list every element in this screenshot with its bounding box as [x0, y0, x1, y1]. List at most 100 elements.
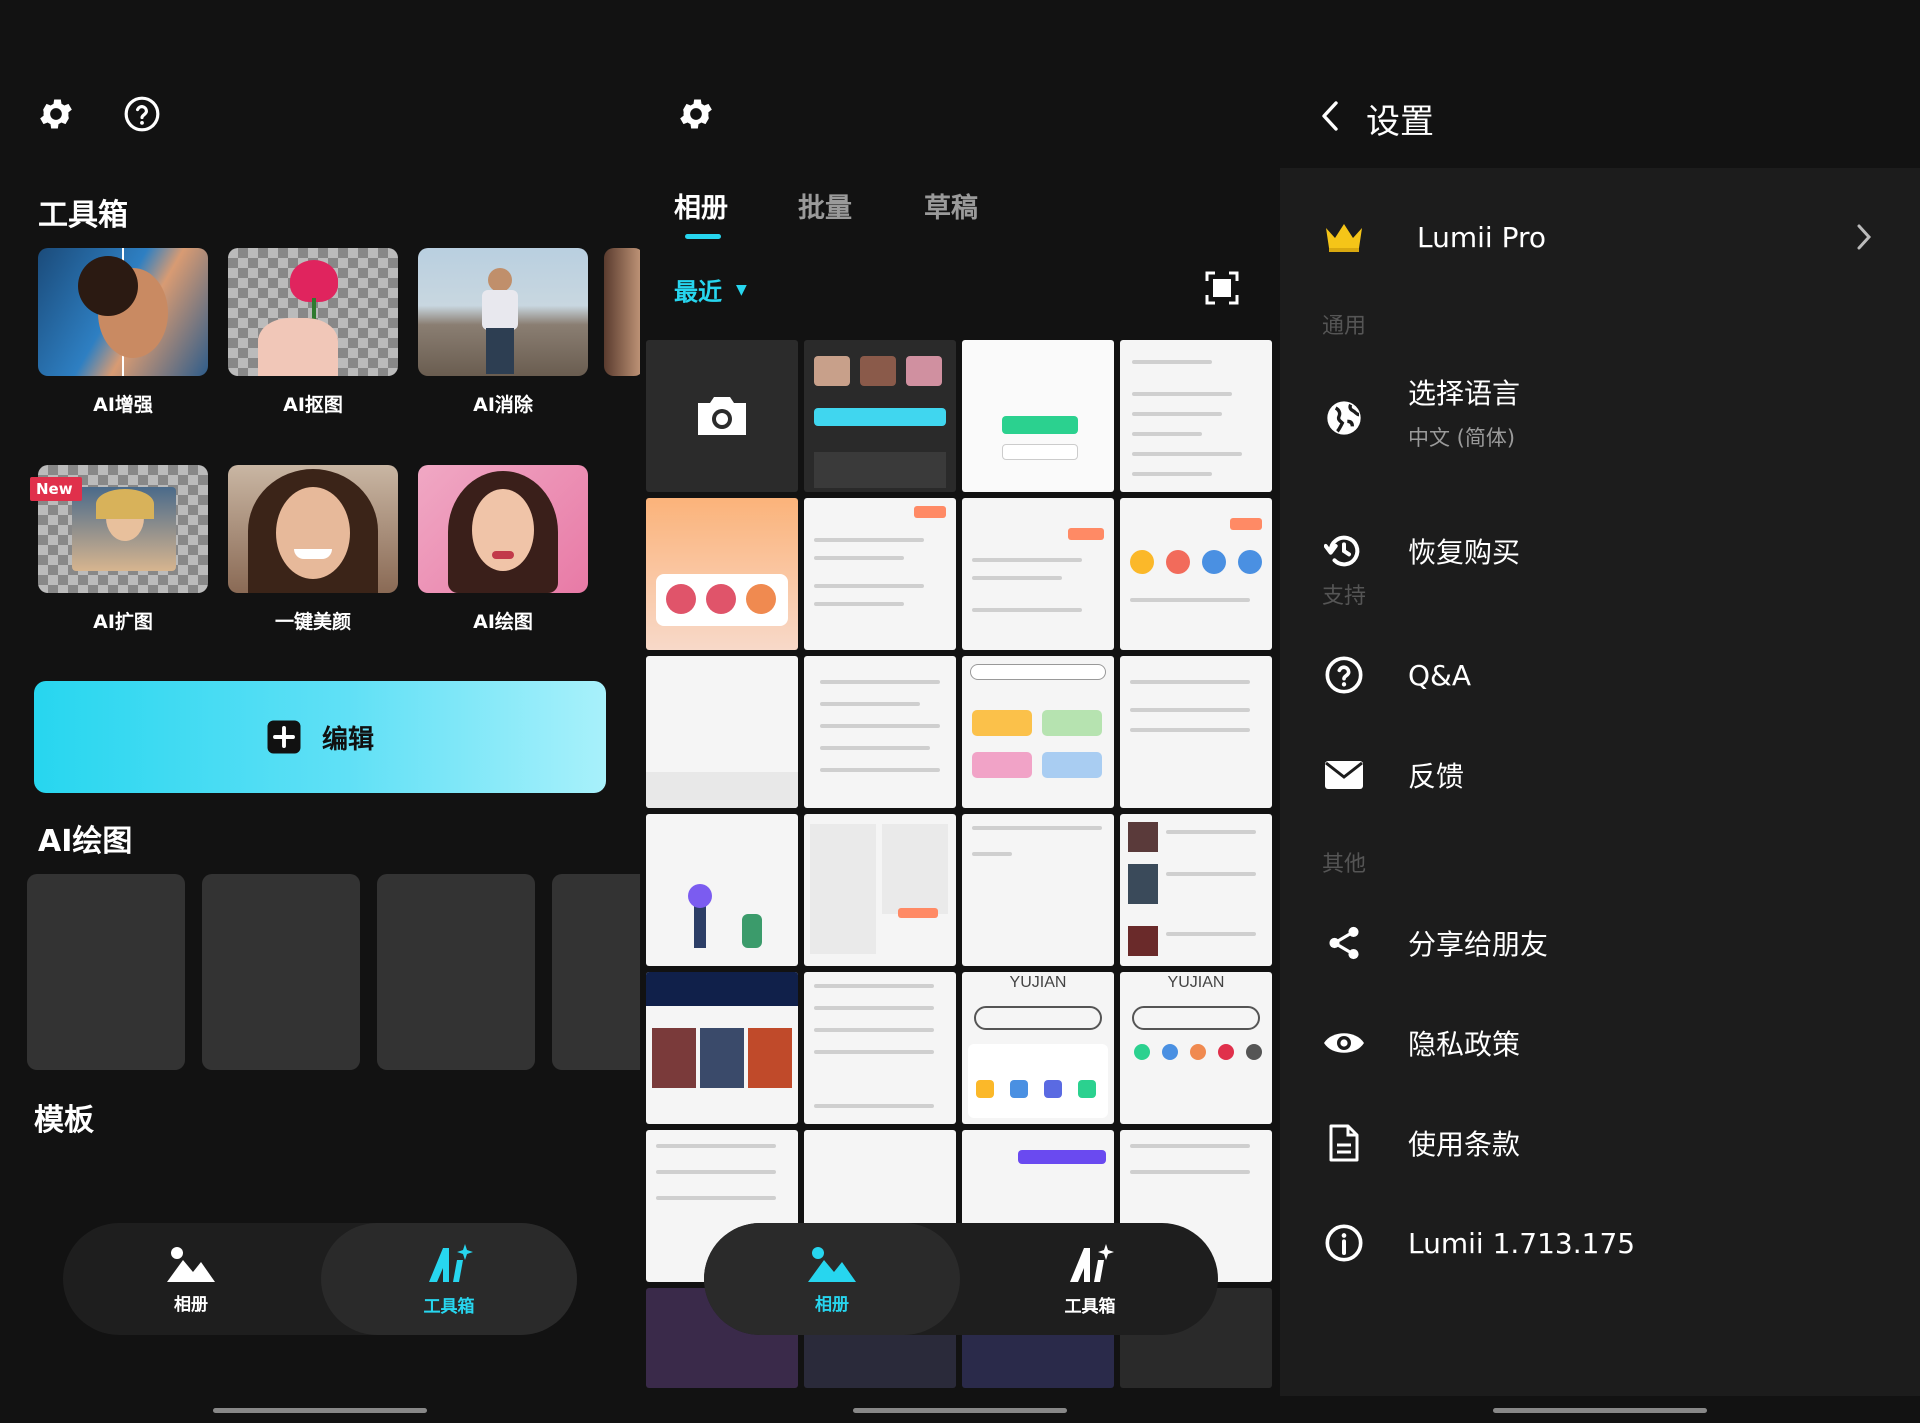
privacy-row[interactable]: 隐私政策 [1280, 998, 1920, 1088]
grid-brand-text: YUJIAN [1009, 974, 1067, 991]
ai-toolbox-icon [1070, 1243, 1114, 1282]
ai-draw-card[interactable] [202, 874, 360, 1070]
settings-screen: 设置 Lumii Pro 通用 选择语言 中文 (简体) 恢复购买 支持 Q&A… [1280, 0, 1920, 1423]
tab-drafts[interactable]: 草稿 [924, 186, 978, 225]
photo-thumbnail[interactable] [962, 656, 1114, 808]
ai-draw-card[interactable] [377, 874, 535, 1070]
group-other-header: 其他 [1322, 852, 1367, 877]
home-indicator [853, 1408, 1067, 1413]
privacy-label: 隐私政策 [1408, 1028, 1521, 1061]
photo-thumbnail[interactable] [962, 340, 1114, 492]
settings-card: Lumii Pro 通用 选择语言 中文 (简体) 恢复购买 支持 Q&A 反馈… [1280, 168, 1920, 1396]
tool-ai-draw[interactable]: AI绘图 [418, 465, 588, 634]
home-indicator [213, 1408, 427, 1413]
photo-thumbnail[interactable] [1120, 814, 1272, 966]
photo-thumbnail[interactable] [646, 498, 798, 650]
share-icon [1322, 921, 1366, 965]
feedback-label: 反馈 [1408, 760, 1465, 793]
photo-thumbnail[interactable]: YUJIAN [1120, 972, 1272, 1124]
photo-thumbnail[interactable]: YUJIAN [962, 972, 1114, 1124]
album-icon [167, 1246, 215, 1282]
photo-thumbnail[interactable] [646, 656, 798, 808]
document-icon [1322, 1121, 1366, 1165]
restore-label: 恢复购买 [1408, 536, 1521, 569]
photo-thumbnail[interactable] [646, 814, 798, 966]
photo-thumbnail[interactable] [804, 814, 956, 966]
tool-label: AI消除 [473, 394, 533, 416]
ai-enhance-thumbnail [38, 248, 208, 376]
photo-thumbnail[interactable] [804, 656, 956, 808]
plus-square-icon [267, 720, 301, 754]
nav-toolbox[interactable]: 工具箱 [962, 1223, 1218, 1335]
nav-toolbox[interactable]: 工具箱 [321, 1223, 577, 1335]
tool-one-click-beauty[interactable]: 一键美颜 [228, 465, 398, 634]
terms-row[interactable]: 使用条款 [1280, 1098, 1920, 1188]
globe-icon [1322, 396, 1366, 440]
camera-cell[interactable] [646, 340, 798, 492]
photo-thumbnail[interactable] [804, 498, 956, 650]
new-badge: New [30, 477, 82, 501]
album-filter-dropdown[interactable]: 最近 ▼ [674, 272, 747, 307]
photo-thumbnail[interactable] [1120, 340, 1272, 492]
share-label: 分享给朋友 [1408, 928, 1549, 961]
photo-thumbnail[interactable] [804, 340, 956, 492]
nav-album[interactable]: 相册 [704, 1223, 960, 1335]
tool-ai-cutout[interactable]: AI抠图 [228, 248, 398, 417]
ai-draw-card[interactable] [27, 874, 185, 1070]
home-indicator [1493, 1408, 1707, 1413]
settings-gear-icon[interactable] [34, 92, 78, 136]
ai-draw-section-title: AI绘图 [38, 824, 133, 859]
photo-thumbnail[interactable] [646, 972, 798, 1124]
tab-album[interactable]: 相册 [674, 186, 728, 225]
back-arrow-icon[interactable] [1308, 94, 1352, 138]
language-row[interactable]: 选择语言 中文 (简体) [1280, 358, 1920, 478]
partial-thumbnail [604, 248, 640, 376]
share-row[interactable]: 分享给朋友 [1280, 898, 1920, 988]
edit-button[interactable]: 编辑 [34, 681, 606, 793]
group-support-header: 支持 [1322, 584, 1367, 609]
tab-batch[interactable]: 批量 [798, 186, 852, 225]
nav-album-label: 相册 [174, 1294, 208, 1315]
restore-purchase-row[interactable]: 恢复购买 [1280, 506, 1920, 596]
filter-label: 最近 [674, 278, 722, 306]
photo-thumbnail[interactable] [962, 498, 1114, 650]
feedback-row[interactable]: 反馈 [1280, 730, 1920, 820]
tool-label: AI增强 [93, 394, 153, 416]
lumii-pro-row[interactable]: Lumii Pro [1280, 192, 1920, 282]
group-general-header: 通用 [1322, 314, 1367, 339]
tool-label: AI抠图 [283, 394, 343, 416]
tool-partial-next[interactable] [604, 248, 640, 376]
ai-draw-thumbnail [418, 465, 588, 593]
ai-draw-card[interactable] [552, 874, 640, 1070]
version-label: Lumii 1.713.175 [1408, 1226, 1636, 1260]
qa-row[interactable]: Q&A [1280, 630, 1920, 720]
terms-label: 使用条款 [1408, 1128, 1521, 1161]
camera-icon [698, 397, 746, 435]
nav-toolbox-label: 工具箱 [1064, 1296, 1116, 1317]
version-row: Lumii 1.713.175 [1280, 1198, 1920, 1288]
settings-gear-icon[interactable] [674, 92, 718, 136]
photo-thumbnail[interactable] [1120, 498, 1272, 650]
photo-thumbnail[interactable] [962, 814, 1114, 966]
tool-ai-expand[interactable]: New AI扩图 [30, 465, 208, 634]
edit-button-label: 编辑 [321, 724, 374, 755]
language-value: 中文 (简体) [1408, 426, 1516, 450]
tool-ai-enhance[interactable]: AI增强 [38, 248, 208, 417]
nav-album[interactable]: 相册 [63, 1223, 319, 1335]
language-label: 选择语言 [1408, 377, 1521, 410]
help-icon[interactable] [120, 92, 164, 136]
tool-label: 一键美颜 [274, 611, 351, 633]
tool-ai-erase[interactable]: AI消除 [418, 248, 588, 417]
qa-label: Q&A [1408, 658, 1472, 692]
photo-thumbnail[interactable] [1120, 656, 1272, 808]
tab-indicator [685, 234, 721, 239]
multi-select-icon[interactable] [1200, 268, 1244, 308]
album-icon [808, 1246, 856, 1282]
page-title: 设置 [1366, 102, 1434, 142]
photo-thumbnail[interactable] [804, 972, 956, 1124]
caret-down-icon: ▼ [736, 281, 747, 298]
template-section-title: 模板 [34, 1103, 94, 1138]
nav-toolbox-label: 工具箱 [423, 1296, 475, 1317]
mail-icon [1322, 753, 1366, 797]
toolbox-screen: 工具箱 AI增强 AI抠图 AI消除 New AI扩图 一键美颜 AI绘图 编辑… [0, 0, 640, 1423]
